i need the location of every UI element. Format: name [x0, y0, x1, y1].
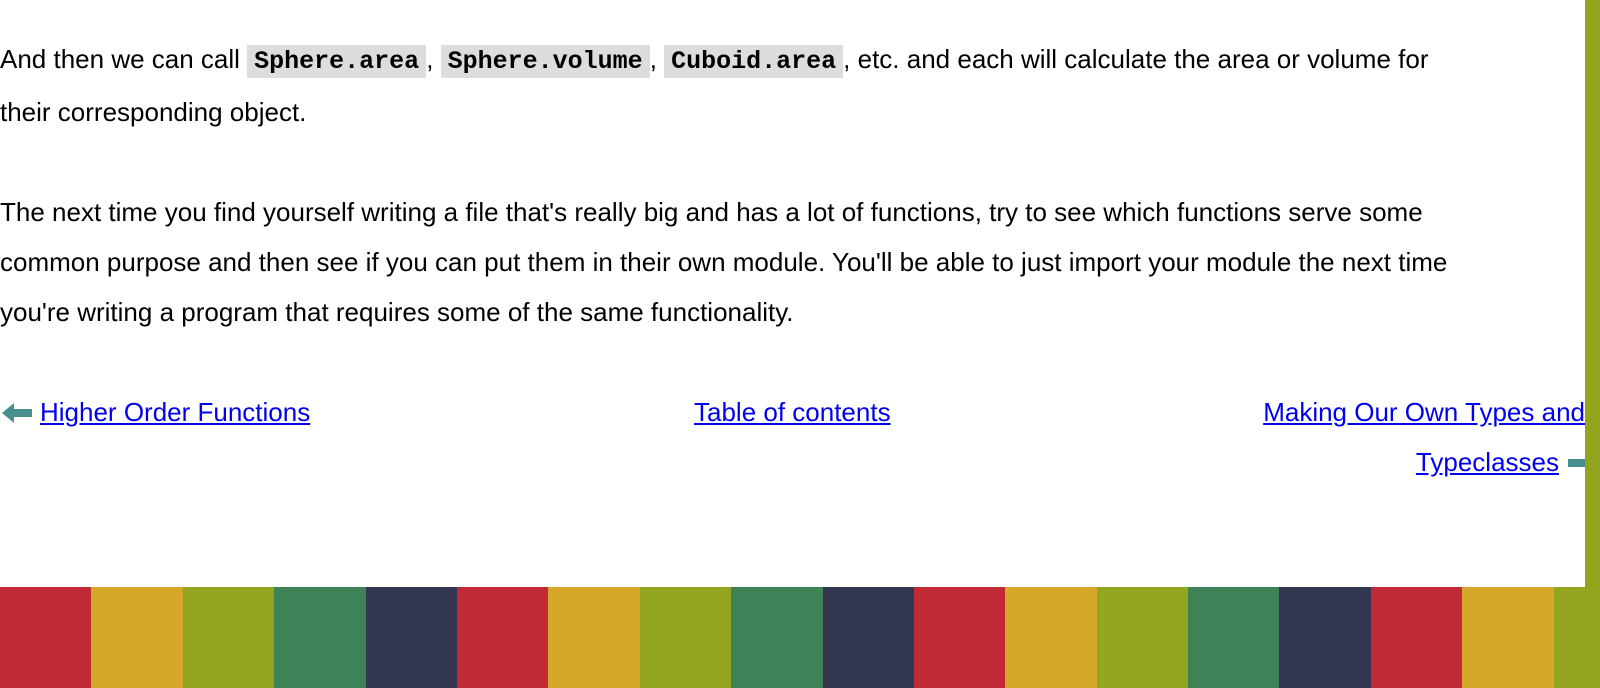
footer-stripe-block — [0, 587, 92, 688]
paragraph-line: their corresponding object. — [0, 97, 307, 127]
inline-code: Cuboid.area — [664, 45, 844, 78]
footer-stripe-block — [91, 587, 183, 688]
footer-stripe-block — [1279, 587, 1371, 688]
paragraph-line: common purpose and then see if you can p… — [0, 247, 1448, 277]
footer-stripe-block — [731, 587, 823, 688]
paragraph-module-usage: And then we can call Sphere.area, Sphere… — [0, 34, 1575, 137]
footer-stripe-block — [548, 587, 640, 688]
paragraph-line: The next time you find yourself writing … — [0, 197, 1423, 227]
text-fragment: And then we can call — [0, 44, 248, 74]
table-of-contents-link[interactable]: Table of contents — [694, 387, 891, 437]
footer-stripe-block — [1096, 587, 1189, 688]
inline-code: Sphere.volume — [440, 45, 650, 78]
paragraph-line: you're writing a program that requires s… — [0, 297, 794, 327]
text-fragment: , — [426, 44, 441, 74]
footer-stripe-block — [182, 587, 275, 688]
footer-stripe-block — [1462, 587, 1554, 688]
page-content: And then we can call Sphere.area, Sphere… — [0, 0, 1598, 587]
next-chapter-link-continued[interactable]: Typeclasses — [1416, 437, 1559, 487]
footer-stripe-block — [456, 587, 549, 688]
footer-color-stripes — [0, 587, 1600, 688]
footer-stripe-block — [1005, 587, 1097, 688]
paragraph-line: And then we can call Sphere.area, Sphere… — [0, 34, 1575, 87]
footer-stripe-block — [365, 587, 457, 688]
footer-stripe-block — [274, 587, 366, 688]
prev-chapter-link[interactable]: Higher Order Functions — [40, 387, 310, 437]
left-arrow-icon[interactable] — [0, 400, 34, 426]
text-fragment: , etc. and each will calculate the area … — [843, 44, 1429, 74]
text-fragment: , — [649, 44, 665, 74]
footer-stripe-block — [1188, 587, 1280, 688]
paragraph-advice: The next time you find yourself writing … — [0, 187, 1575, 337]
inline-code: Sphere.area — [247, 45, 427, 78]
footer-stripe-block — [1370, 587, 1463, 688]
right-edge-stripe — [1585, 0, 1600, 587]
next-chapter-link[interactable]: Making Our Own Types and — [1263, 387, 1585, 437]
footer-stripe-block — [913, 587, 1006, 688]
footer-stripe-block — [639, 587, 732, 688]
footer-stripe-block — [1553, 587, 1600, 688]
footer-stripe-block — [822, 587, 914, 688]
